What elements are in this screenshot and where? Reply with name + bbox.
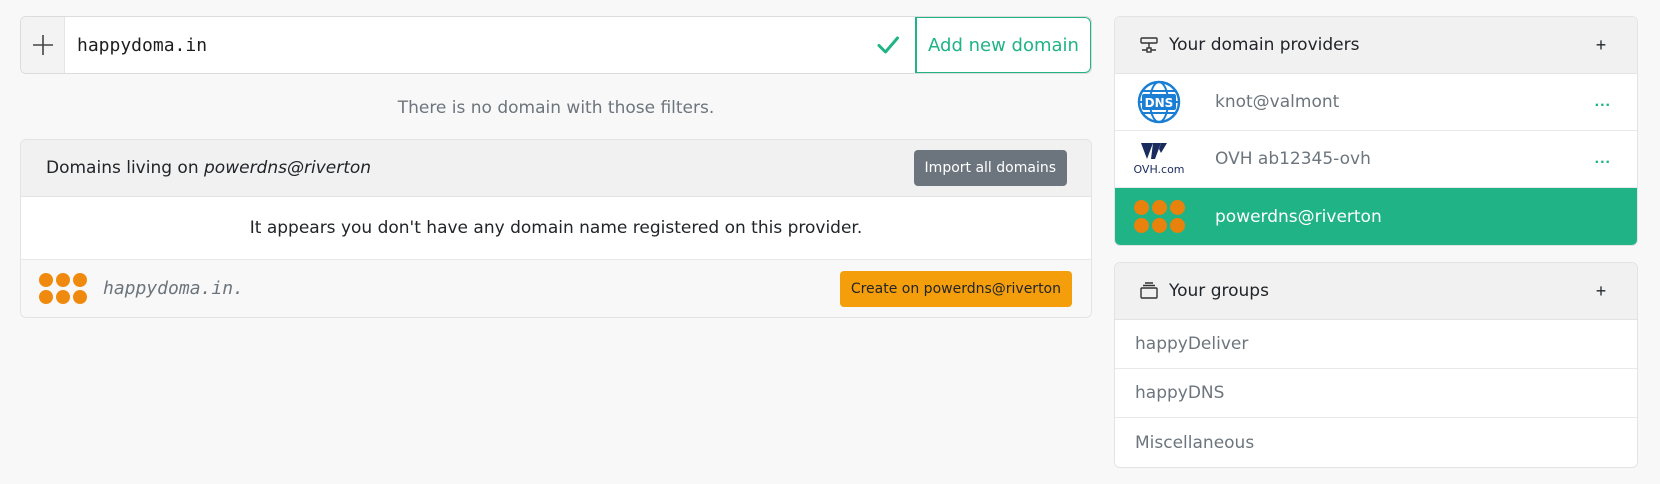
import-all-domains-button[interactable]: Import all domains xyxy=(913,150,1067,186)
provider-card-title-provider: powerdns@riverton xyxy=(204,158,372,178)
provider-item-ovh[interactable]: OVH.com OVH ab12345-ovh ... xyxy=(1115,131,1637,188)
add-domain-form: Add new domain xyxy=(20,16,1092,74)
no-registered-domains-message: It appears you don't have any domain nam… xyxy=(21,197,1091,260)
groups-panel-header: Your groups + xyxy=(1115,263,1637,320)
provider-name: powerdns@riverton xyxy=(1215,206,1382,227)
powerdns-logo xyxy=(39,273,87,304)
sidebar: Your domain providers + DNS knot@valmont… xyxy=(1114,16,1638,468)
providers-panel-header: Your domain providers + xyxy=(1115,17,1637,74)
provider-card-title-prefix: Domains living on xyxy=(46,158,205,178)
provider-domains-card: Domains living on powerdns@riverton Impo… xyxy=(20,139,1092,318)
providers-panel-title: Your domain providers xyxy=(1169,35,1360,55)
provider-card-title: Domains living on powerdns@riverton xyxy=(46,158,371,178)
group-item[interactable]: happyDNS xyxy=(1115,369,1637,418)
group-item[interactable]: Miscellaneous xyxy=(1115,418,1637,467)
add-group-button[interactable]: + xyxy=(1591,281,1611,302)
provider-item-knot[interactable]: DNS knot@valmont ... xyxy=(1115,74,1637,131)
provider-menu-button[interactable]: ... xyxy=(1595,93,1611,111)
provider-name: OVH ab12345-ovh xyxy=(1215,149,1371,169)
add-new-domain-button[interactable]: Add new domain xyxy=(915,17,1091,73)
provider-card-header: Domains living on powerdns@riverton Impo… xyxy=(21,140,1091,197)
valid-check xyxy=(861,17,915,73)
stack-icon xyxy=(1140,282,1158,299)
plus-icon xyxy=(32,35,53,55)
domain-input[interactable] xyxy=(65,17,861,73)
provider-menu-button[interactable]: ... xyxy=(1595,150,1611,168)
ovh-logo-text: OVH.com xyxy=(1133,163,1184,176)
groups-panel-title: Your groups xyxy=(1169,281,1269,301)
domain-providers-panel: Your domain providers + DNS knot@valmont… xyxy=(1114,16,1638,246)
server-icon xyxy=(1140,37,1158,53)
provider-name: knot@valmont xyxy=(1215,92,1340,112)
dns-globe-icon: DNS xyxy=(1137,80,1181,124)
suggested-domain-row: happydoma.in. Create on powerdns@riverto… xyxy=(21,260,1091,317)
filter-empty-message: There is no domain with those filters. xyxy=(397,98,715,118)
check-icon xyxy=(877,36,899,54)
create-on-provider-button[interactable]: Create on powerdns@riverton xyxy=(839,270,1072,307)
ovh-logo: OVH.com xyxy=(1133,143,1185,176)
provider-item-powerdns[interactable]: powerdns@riverton xyxy=(1115,188,1637,245)
groups-panel: Your groups + happyDeliver happyDNS Misc… xyxy=(1114,262,1638,468)
group-item[interactable]: happyDeliver xyxy=(1115,320,1637,369)
suggested-domain-name: happydoma.in. xyxy=(103,278,244,299)
dns-logo-text: DNS xyxy=(1145,96,1174,110)
main-column: Add new domain There is no domain with t… xyxy=(20,16,1092,318)
add-provider-button[interactable]: + xyxy=(1591,35,1611,56)
add-domain-prefix xyxy=(21,17,65,73)
powerdns-logo xyxy=(1133,200,1185,233)
